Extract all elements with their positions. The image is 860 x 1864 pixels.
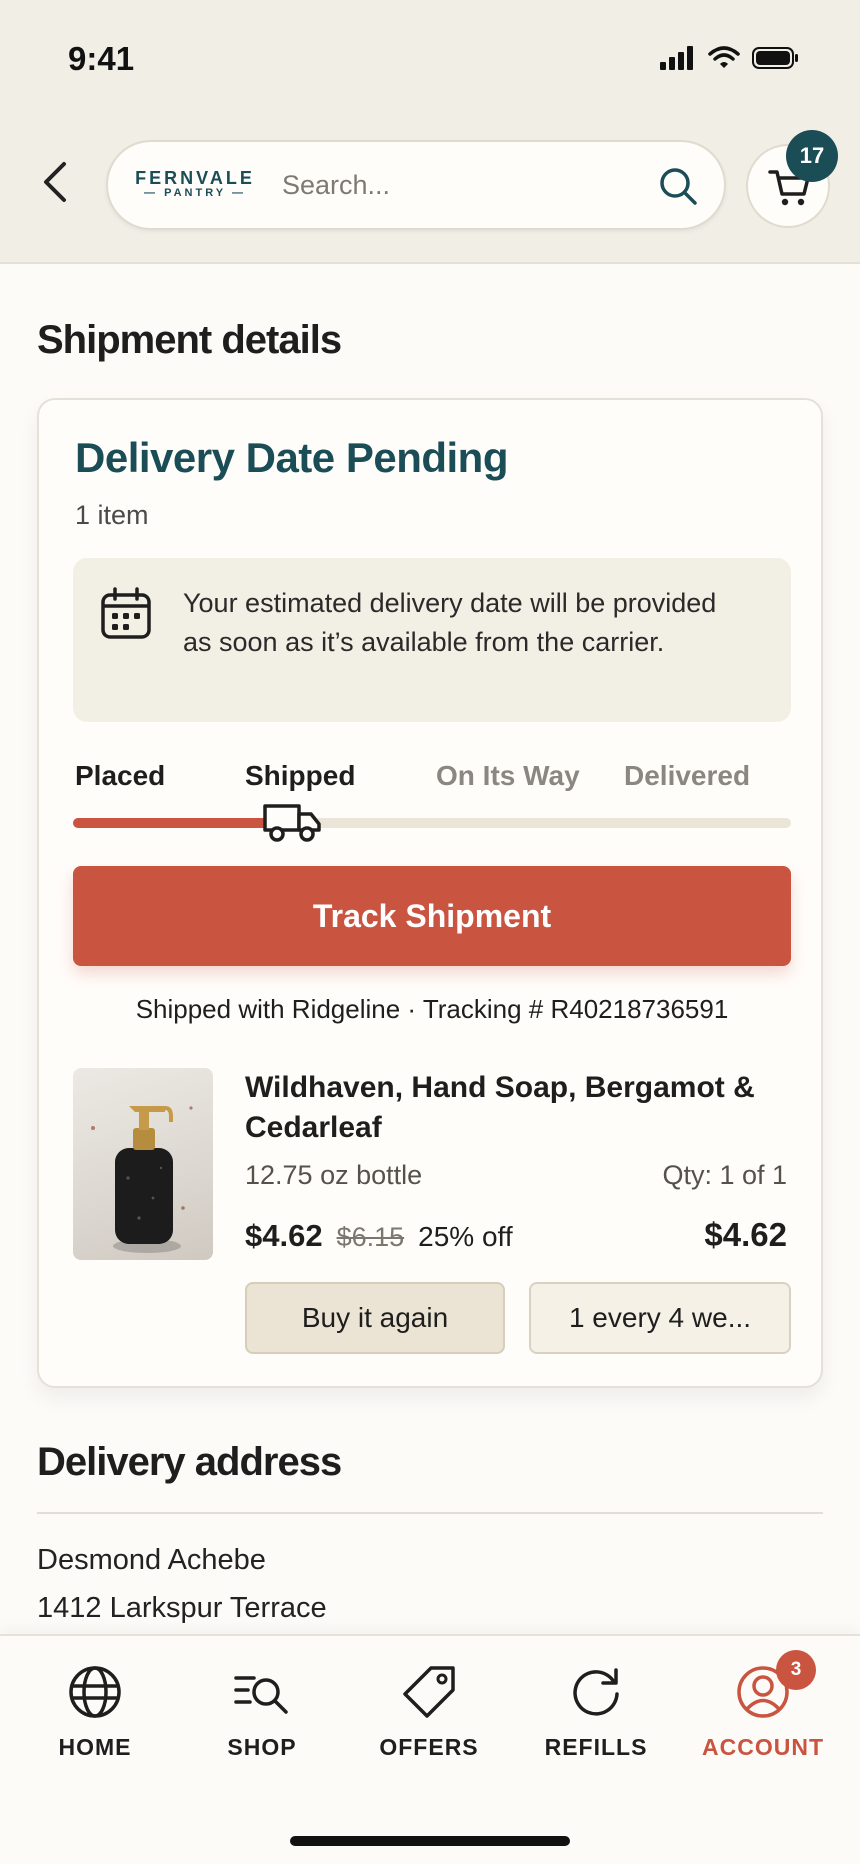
delivery-address-heading: Delivery address: [37, 1440, 342, 1484]
logo-subtitle: — PANTRY —: [144, 187, 246, 199]
refresh-icon: [573, 1668, 619, 1716]
product-quantity: Qty: 1 of 1: [662, 1160, 787, 1190]
brand-logo[interactable]: FERNVALE — PANTRY —: [130, 168, 260, 208]
nav-refills[interactable]: REFILLS: [521, 1664, 671, 1761]
product-image[interactable]: [73, 1068, 213, 1260]
step-on-its-way: On Its Way: [436, 760, 580, 791]
logo-wordmark: FERNVALE: [135, 168, 255, 188]
globe-icon: [69, 1666, 121, 1718]
address-street: 1412 Larkspur Terrace: [37, 1592, 327, 1624]
wifi-icon: [708, 46, 740, 68]
delivery-notice-text: Your estimated delivery date will be pro…: [183, 588, 717, 657]
nav-offers[interactable]: OFFERS: [354, 1664, 504, 1761]
line-total: $4.62: [704, 1216, 787, 1253]
nav-account-label: ACCOUNT: [702, 1734, 824, 1760]
product-name[interactable]: Wildhaven, Hand Soap, Bergamot & Cedarle…: [245, 1068, 793, 1148]
step-shipped: Shipped: [245, 760, 356, 791]
status-icons: [660, 46, 800, 70]
nav-shop-label: SHOP: [227, 1734, 297, 1760]
shop-search-icon: [234, 1676, 288, 1714]
address-name: Desmond Achebe: [37, 1544, 266, 1576]
back-button[interactable]: [40, 160, 80, 212]
calendar-icon: [101, 587, 151, 639]
nav-home-label: HOME: [58, 1734, 132, 1760]
subscription-frequency-button[interactable]: 1 every 4 we...: [529, 1282, 791, 1354]
chevron-left-icon: [44, 162, 66, 202]
sale-price: $4.62: [245, 1218, 323, 1253]
cart-count-badge: 17: [786, 130, 838, 182]
battery-icon: [752, 47, 798, 69]
search-bar[interactable]: FERNVALE — PANTRY — Search...: [106, 140, 726, 230]
home-indicator: [290, 1836, 570, 1846]
nav-shop[interactable]: SHOP: [187, 1664, 337, 1761]
step-delivered: Delivered: [624, 760, 751, 791]
shipping-carrier-info: Shipped with Ridgeline · Tracking # R402…: [135, 994, 729, 1024]
nav-refills-label: REFILLS: [544, 1734, 648, 1760]
search-icon[interactable]: [658, 166, 698, 206]
item-count: 1 item: [75, 500, 149, 530]
account-notification-badge: 3: [776, 1650, 816, 1690]
shipment-status-title: Delivery Date Pending: [75, 434, 508, 481]
step-placed: Placed: [75, 760, 166, 791]
price-row: $4.62 $6.15 25% off: [245, 1218, 513, 1254]
shipment-card: Delivery Date Pending 1 item Your estima…: [37, 398, 823, 1388]
truck-icon: [263, 804, 321, 842]
product-size: 12.75 oz bottle: [245, 1160, 423, 1190]
original-price: $6.15: [336, 1222, 405, 1252]
signal-icon: [660, 46, 693, 70]
nav-account[interactable]: 3 ACCOUNT: [688, 1650, 838, 1761]
shipment-progress-fill: [73, 818, 275, 828]
status-time: 9:41: [68, 40, 135, 77]
soap-bottle-image: [91, 1106, 193, 1253]
tag-icon: [403, 1666, 455, 1718]
nav-offers-label: OFFERS: [379, 1734, 479, 1760]
page-title: Shipment details: [37, 318, 342, 362]
buy-again-button[interactable]: Buy it again: [245, 1282, 505, 1354]
track-shipment-button[interactable]: Track Shipment: [73, 866, 791, 966]
delivery-notice: Your estimated delivery date will be pro…: [73, 558, 791, 722]
search-input[interactable]: Search...: [282, 170, 390, 201]
discount-label: 25% off: [418, 1221, 513, 1252]
top-header: 9:41 FERNVALE — PANTRY — Search... 17: [0, 0, 860, 264]
divider: [37, 1512, 823, 1514]
shipment-progress-bar: [73, 818, 791, 828]
nav-home[interactable]: HOME: [20, 1664, 170, 1761]
bottom-nav: HOME SHOP OFFERS REFILLS 3 ACCOUNT: [0, 1634, 860, 1864]
